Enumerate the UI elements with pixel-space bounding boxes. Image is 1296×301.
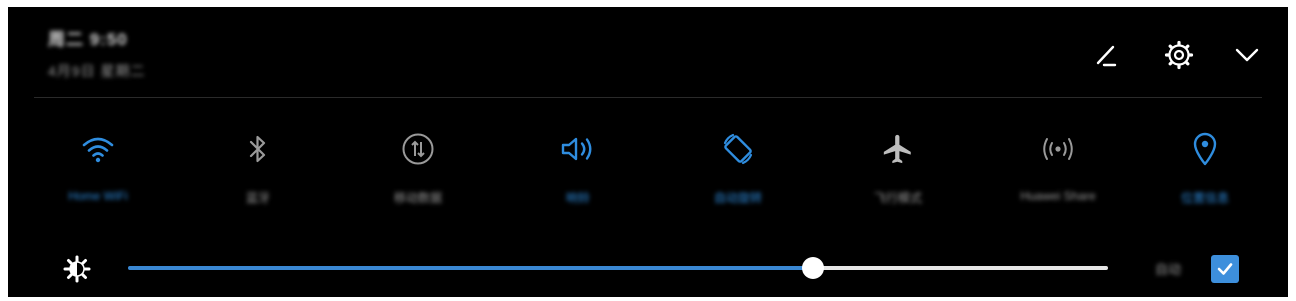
toggle-label: 响铃 <box>565 191 590 205</box>
toggle-auto-rotate[interactable]: 自动旋转 <box>673 127 803 217</box>
settings-button[interactable] <box>1159 35 1199 75</box>
brightness-slider-filled[interactable] <box>128 266 814 270</box>
auto-rotate-icon <box>723 133 753 165</box>
header-time: 周二 9:50 <box>48 30 128 49</box>
toggle-label: 飞行模式 <box>873 191 922 205</box>
volume-icon <box>561 137 592 161</box>
toggle-label: Huawei Share <box>1020 189 1096 203</box>
location-icon <box>1193 132 1217 166</box>
brightness-slider-track[interactable] <box>814 266 1108 270</box>
airplane-icon <box>883 134 911 164</box>
brightness-icon <box>63 255 91 283</box>
chevron-down-icon <box>1235 48 1259 62</box>
toggle-sound[interactable]: 响铃 <box>513 127 643 217</box>
pencil-icon <box>1096 45 1117 67</box>
toggle-label: 移动数据 <box>393 191 442 205</box>
toggle-location[interactable]: 位置信息 <box>1140 127 1270 217</box>
gear-icon <box>1164 40 1194 70</box>
mobile-data-icon <box>402 133 434 165</box>
toggle-label: Home WiFi <box>68 189 128 203</box>
header-date: 4月9日 星期二 <box>48 63 146 79</box>
auto-brightness-checkbox[interactable] <box>1211 255 1239 283</box>
toggle-mobile-data[interactable]: 移动数据 <box>353 127 483 217</box>
brightness-slider-thumb[interactable] <box>802 257 824 279</box>
toggle-wifi[interactable]: Home WiFi <box>33 127 163 217</box>
quick-settings-panel: 周二 9:50 4月9日 星期二 Home WiFi 蓝牙 移动数据 响铃 自动… <box>8 7 1288 297</box>
toggle-bluetooth[interactable]: 蓝牙 <box>193 127 323 217</box>
wireless-share-icon <box>1043 138 1073 160</box>
bluetooth-icon <box>249 135 266 163</box>
edit-button[interactable] <box>1085 35 1125 75</box>
toggle-label: 位置信息 <box>1180 191 1229 205</box>
toggle-airplane-mode[interactable]: 飞行模式 <box>833 127 963 217</box>
checkmark-icon <box>1217 263 1233 275</box>
auto-brightness-label: 自动 <box>1155 262 1182 277</box>
toggle-label: 自动旋转 <box>713 191 762 205</box>
header-divider <box>34 97 1262 98</box>
toggle-huawei-share[interactable]: Huawei Share <box>993 127 1123 217</box>
brightness-button <box>63 255 91 288</box>
toggle-label: 蓝牙 <box>245 191 270 205</box>
wifi-icon <box>82 137 114 163</box>
collapse-button[interactable] <box>1227 35 1267 75</box>
